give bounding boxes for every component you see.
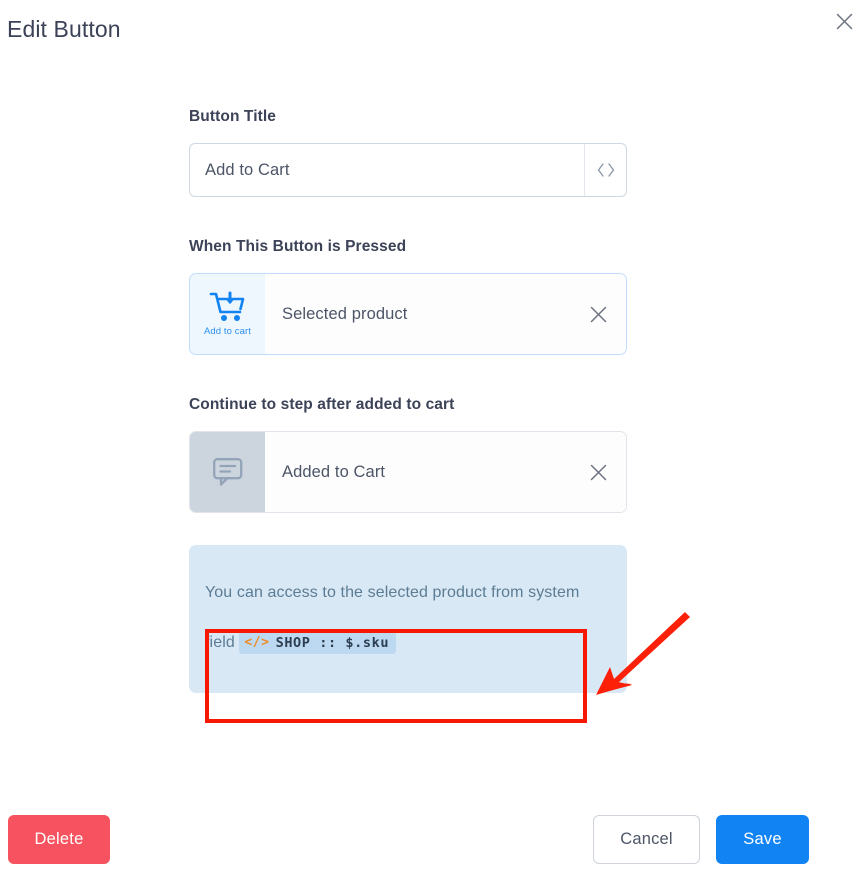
add-to-cart-icon: Add to cart xyxy=(190,274,265,354)
added-to-cart-step-body: Added to Cart xyxy=(265,432,626,512)
pressed-section: When This Button is Pressed Add to cart … xyxy=(189,238,627,355)
close-icon[interactable] xyxy=(829,6,859,36)
system-field-chip-text: SHOP :: $.sku xyxy=(275,634,390,651)
selected-product-step-body: Selected product xyxy=(265,274,626,354)
button-title-input[interactable]: Add to Cart xyxy=(189,143,627,197)
added-to-cart-step-name: Added to Cart xyxy=(282,462,386,481)
selected-product-step-name: Selected product xyxy=(282,304,408,323)
code-icon[interactable] xyxy=(584,144,626,196)
form-area: Button Title Add to Cart When This Butto… xyxy=(189,108,627,693)
button-title-value[interactable]: Add to Cart xyxy=(190,161,584,180)
continue-section: Continue to step after added to cart Add… xyxy=(189,396,627,513)
edit-button-modal: Edit Button Button Title Add to Cart Whe… xyxy=(0,0,868,872)
save-button[interactable]: Save xyxy=(716,815,809,864)
delete-button[interactable]: Delete xyxy=(8,815,110,864)
system-field-hint-box: You can access to the selected product f… xyxy=(189,545,627,693)
pressed-section-label: When This Button is Pressed xyxy=(189,238,407,255)
page-title: Edit Button xyxy=(7,16,121,42)
cancel-button[interactable]: Cancel xyxy=(593,815,700,864)
added-to-cart-step-card[interactable]: Added to Cart xyxy=(189,431,627,513)
selected-product-step-card[interactable]: Add to cart Selected product xyxy=(189,273,627,355)
remove-selected-product-icon[interactable] xyxy=(584,300,612,328)
chat-bubble-icon xyxy=(190,432,265,512)
system-field-chip[interactable]: </> SHOP :: $.sku xyxy=(239,631,397,654)
button-title-label: Button Title xyxy=(189,108,277,125)
remove-added-to-cart-icon[interactable] xyxy=(584,458,612,486)
code-icon: </> xyxy=(244,635,270,651)
add-to-cart-caption: Add to cart xyxy=(203,326,252,337)
continue-section-label: Continue to step after added to cart xyxy=(189,396,455,413)
